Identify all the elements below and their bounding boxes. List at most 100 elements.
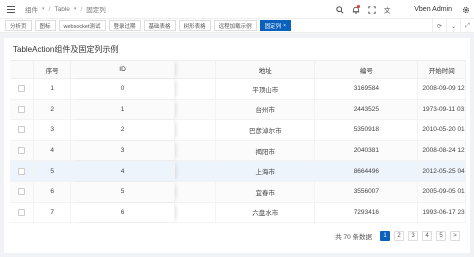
- settings-icon[interactable]: [458, 0, 474, 19]
- cell-code: 3169584: [315, 79, 419, 99]
- tab-tree-table[interactable]: 树形表格: [178, 20, 211, 31]
- pagination: 共 70 条数据 1 2 3 4 5 >: [335, 230, 460, 242]
- page-button-5[interactable]: 5: [436, 231, 446, 241]
- cell-index: 7: [34, 202, 72, 223]
- top-header: 组件 ▾ / Table ▾ / 固定列 文 Vben Admin: [0, 0, 474, 19]
- row-checkbox-cell: [10, 161, 34, 181]
- table-row[interactable]: 6 5 宜春市 3556007 2005-09-05 01:2: [10, 181, 466, 203]
- table-row[interactable]: 2 1 台州市 2443525 1973-09-11 03:2: [10, 99, 466, 121]
- tab-session-timeout[interactable]: 登录过期: [108, 20, 141, 31]
- row-checkbox-cell: [10, 181, 34, 202]
- table-header: 序号 ID 地址 编号 开始时间: [10, 61, 466, 79]
- page-button-1[interactable]: 1: [380, 231, 390, 241]
- cell-index: 5: [34, 161, 72, 181]
- avatar[interactable]: [400, 5, 410, 15]
- table-row[interactable]: 4 3 揭阳市 2040381 2008-08-24 12:5: [10, 140, 466, 162]
- row-checkbox-cell: [10, 79, 34, 99]
- column-header-index: 序号: [34, 61, 72, 78]
- next-page-button[interactable]: >: [450, 231, 460, 241]
- cell-code: 5350918: [315, 120, 419, 140]
- cell-start-time: 2008-08-24 12:5: [418, 140, 466, 161]
- table-row[interactable]: 1 0 平顶山市 3169584 2008-09-09 12:1: [10, 79, 466, 100]
- language-icon[interactable]: 文: [380, 0, 396, 19]
- breadcrumb-item[interactable]: Table: [54, 6, 70, 13]
- cell-index: 1: [34, 79, 72, 99]
- table-row[interactable]: 7 6 六盘水市 7293416 1993-06-17 23:0: [10, 202, 466, 224]
- tab-fixed-columns[interactable]: 固定列 ×: [259, 20, 292, 31]
- data-table: 序号 ID 地址 编号 开始时间 1 0 平顶山市 3169584 2008-09-09…: [10, 60, 466, 230]
- cell-id: 1: [71, 99, 175, 120]
- chevron-down-icon: ▾: [42, 6, 45, 12]
- fullscreen-icon[interactable]: [364, 0, 380, 19]
- cell-address: 宜春市: [216, 181, 316, 202]
- page-button-4[interactable]: 4: [422, 231, 432, 241]
- column-header-start-time: 开始时间: [418, 61, 466, 78]
- column-header-id: ID: [71, 61, 175, 78]
- row-checkbox-cell: [10, 202, 34, 223]
- cell-id: 4: [71, 161, 175, 181]
- row-checkbox[interactable]: [17, 208, 25, 216]
- row-checkbox[interactable]: [17, 167, 25, 175]
- tab-analysis[interactable]: 分析页: [5, 20, 32, 31]
- username[interactable]: Vben Admin: [414, 6, 452, 13]
- table-row[interactable]: 3 2 巴彦淖尔市 5350918 2010-05-20 01:0: [10, 120, 466, 141]
- cell-start-time: 2010-05-20 01:0: [418, 120, 466, 140]
- cell-start-time: 2008-09-09 12:1: [418, 79, 466, 99]
- tab-remote-load[interactable]: 远程加载示例: [213, 20, 257, 31]
- tabs-bar: 分析页 图标 websocket测试 登录过期 基础表格 树形表格 远程加载示例…: [0, 19, 474, 33]
- cell-code: 2443525: [315, 99, 419, 120]
- row-checkbox-cell: [10, 120, 34, 140]
- cell-code: 3556007: [315, 181, 419, 202]
- cell-start-time: 2012-05-25 04:1: [418, 161, 466, 181]
- tab-icons[interactable]: 图标: [34, 20, 56, 31]
- cell-address: 台州市: [216, 99, 316, 120]
- breadcrumb-item: 固定列: [86, 7, 106, 14]
- cell-start-time: 1993-06-17 23:0: [418, 202, 466, 223]
- expand-icon[interactable]: ⤢: [460, 19, 474, 33]
- page-button-2[interactable]: 2: [394, 231, 404, 241]
- cell-id: 0: [71, 79, 175, 99]
- cell-address: 六盘水市: [216, 202, 316, 223]
- cell-index: 3: [34, 120, 72, 140]
- cell-id: 2: [71, 120, 175, 140]
- close-icon[interactable]: ×: [283, 23, 286, 29]
- refresh-icon[interactable]: ⟳: [432, 19, 446, 33]
- column-header-code: 编号: [315, 61, 419, 78]
- cell-code: 8664496: [315, 161, 419, 181]
- row-checkbox[interactable]: [17, 147, 25, 155]
- tab-websocket[interactable]: websocket测试: [58, 20, 106, 31]
- bell-icon[interactable]: [348, 0, 364, 19]
- cell-address: 巴彦淖尔市: [216, 120, 316, 140]
- row-checkbox[interactable]: [17, 188, 25, 196]
- cell-id: 3: [71, 140, 175, 161]
- cell-code: 2040381: [315, 140, 419, 161]
- svg-text:文: 文: [384, 6, 391, 14]
- breadcrumb: 组件 ▾ / Table ▾ / 固定列: [25, 4, 106, 15]
- cell-address: 上海市: [216, 161, 316, 181]
- cell-index: 2: [34, 99, 72, 120]
- chevron-down-icon[interactable]: ⌄: [446, 19, 460, 33]
- cell-id: 5: [71, 181, 175, 202]
- menu-toggle-icon[interactable]: [7, 5, 15, 13]
- cell-start-time: 2005-09-05 01:2: [418, 181, 466, 202]
- page-title: TableAction组件及固定列示例: [13, 45, 119, 54]
- row-checkbox[interactable]: [17, 105, 25, 113]
- row-checkbox[interactable]: [17, 126, 25, 134]
- cell-address: 平顶山市: [216, 79, 316, 99]
- pagination-total: 共 70 条数据: [335, 234, 372, 241]
- tabs-actions: ⟳ ⌄ ⤢: [432, 19, 474, 33]
- chevron-down-icon: ▾: [73, 6, 77, 12]
- row-checkbox[interactable]: [17, 85, 25, 93]
- breadcrumb-item[interactable]: 组件: [25, 4, 38, 14]
- row-checkbox-cell: [10, 99, 34, 120]
- cell-index: 4: [34, 140, 72, 161]
- cell-id: 6: [71, 202, 175, 223]
- table-body: 1 0 平顶山市 3169584 2008-09-09 12:1 2 1 台州市 2443525…: [10, 79, 466, 224]
- table-row[interactable]: 5 4 上海市 8664496 2012-05-25 04:1: [10, 161, 466, 182]
- tab-basic-table[interactable]: 基础表格: [143, 20, 176, 31]
- cell-address: 揭阳市: [216, 140, 316, 161]
- page-button-3[interactable]: 3: [408, 231, 418, 241]
- select-all-checkbox[interactable]: [10, 61, 34, 78]
- table-card: TableAction组件及固定列示例 序号 ID 地址 编号 开始时间 10平…: [4, 38, 470, 253]
- search-icon[interactable]: [332, 0, 348, 19]
